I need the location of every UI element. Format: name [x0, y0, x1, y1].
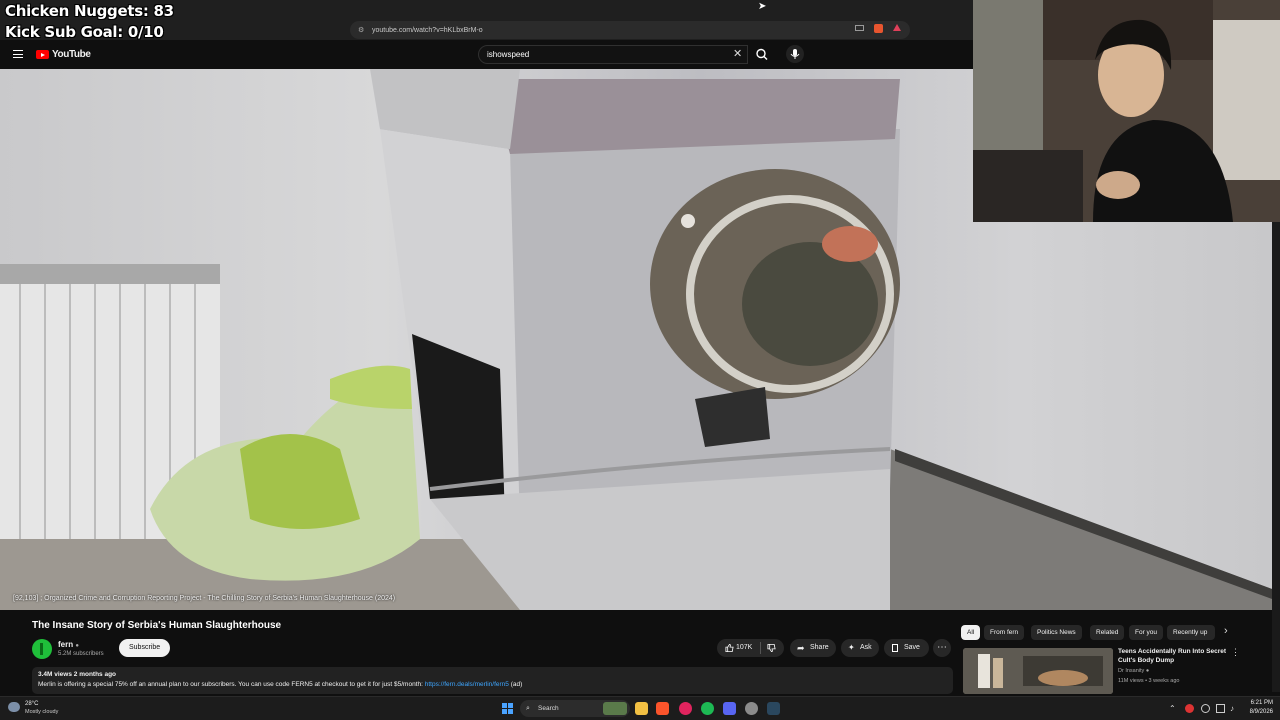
search-input[interactable]: ishowspeed	[478, 45, 748, 64]
description-text: Merlin is offering a special 75% off an …	[38, 681, 522, 688]
file-explorer-icon[interactable]	[635, 702, 648, 715]
clear-search-icon[interactable]: ✕	[733, 47, 742, 60]
search-icon	[756, 48, 768, 60]
verified-icon: ●	[75, 643, 79, 649]
description-link[interactable]: https://fern.deals/merlin/fern5	[425, 681, 509, 688]
tray-status-icon[interactable]	[1201, 704, 1210, 713]
like-divider	[760, 642, 761, 654]
recommendation-title[interactable]: Teens Accidentally Run Into Secret Cult'…	[1118, 647, 1232, 665]
share-label: Share	[810, 644, 829, 651]
weather-temperature[interactable]: 28°C	[25, 701, 38, 707]
video-caption: [92,103] ; Organized Crime and Corruptio…	[13, 595, 396, 602]
description-suffix: (ad)	[508, 681, 523, 688]
recommendation-stats: 11M views • 3 weeks ago	[1118, 678, 1180, 684]
sparkle-icon: ✦	[848, 643, 855, 652]
voice-search-button[interactable]	[786, 45, 804, 63]
recommendation-channel[interactable]: Dr Insanity ●	[1118, 668, 1149, 674]
chip-from-fern[interactable]: From fern	[984, 625, 1025, 640]
clock-time[interactable]: 6:21 PM	[1243, 700, 1273, 706]
discord-icon[interactable]	[723, 702, 736, 715]
clock-date[interactable]: 8/9/2026	[1243, 709, 1273, 715]
streamer-image	[973, 0, 1280, 222]
channel-name[interactable]: fern ●	[58, 640, 79, 649]
verified-icon: ●	[1145, 668, 1150, 674]
thumbnail-image	[963, 648, 1113, 694]
more-actions-icon[interactable]: ⋯	[933, 639, 951, 657]
windows-taskbar: 28°C Mostly cloudy ⌕ Search ⌃ ♪ 6:21 PM …	[0, 696, 1280, 720]
ask-button[interactable]: ✦ Ask	[841, 639, 879, 657]
tray-overflow-icon[interactable]: ⌃	[1169, 704, 1178, 713]
microphone-icon	[790, 49, 800, 59]
menu-icon[interactable]	[13, 50, 23, 58]
chip-recently-uploaded[interactable]: Recently up	[1167, 625, 1215, 640]
recommendation-menu-icon[interactable]: ⋮	[1231, 647, 1240, 658]
weather-icon[interactable]	[8, 702, 20, 712]
save-button[interactable]: Save	[884, 639, 929, 657]
chip-related[interactable]: Related	[1090, 625, 1125, 640]
chip-for-you[interactable]: For you	[1129, 625, 1164, 640]
save-label: Save	[904, 644, 920, 651]
site-info-icon[interactable]: ⚙	[358, 26, 366, 34]
volume-icon[interactable]: ♪	[1230, 704, 1239, 713]
like-dislike-group: 107K	[717, 639, 784, 657]
subscriber-count: 5.2M subscribers	[58, 651, 104, 657]
share-icon: ➦	[797, 643, 805, 653]
spotify-icon[interactable]	[701, 702, 714, 715]
weather-condition[interactable]: Mostly cloudy	[25, 709, 58, 715]
recommendation-channel-name: Dr Insanity	[1118, 668, 1145, 674]
youtube-header: YouTube ishowspeed ✕	[0, 40, 973, 69]
mouse-cursor-icon: ➤	[758, 1, 767, 12]
subscribe-button[interactable]: Subscribe	[119, 639, 171, 657]
youtube-logo[interactable]: YouTube	[36, 49, 91, 60]
channel-name-text: fern	[58, 640, 74, 649]
description-body: Merlin is offering a special 75% off an …	[38, 681, 425, 688]
url-text: youtube.com/watch?v=hKLbxBrM-o	[372, 26, 483, 34]
address-bar[interactable]: ⚙ youtube.com/watch?v=hKLbxBrM-o	[350, 21, 910, 39]
taskbar-search-label: Search	[538, 705, 559, 712]
channel-avatar[interactable]	[32, 639, 52, 659]
video-title: The Insane Story of Serbia's Human Slaug…	[32, 620, 282, 631]
brave-shield-icon[interactable]	[874, 24, 883, 33]
rewards-icon[interactable]	[893, 24, 901, 31]
chevron-right-icon[interactable]: ›	[1224, 625, 1228, 637]
tray-app-icon[interactable]	[1185, 704, 1194, 713]
page-scrollbar[interactable]	[1272, 222, 1280, 692]
bookmark-save-icon	[892, 644, 898, 652]
chip-all[interactable]: All	[961, 625, 981, 640]
like-count[interactable]: 107K	[736, 639, 752, 657]
sub-goal-counter: Kick Sub Goal: 0/10	[5, 23, 164, 41]
chip-politics-news[interactable]: Politics News	[1031, 625, 1082, 640]
brave-browser-icon[interactable]	[656, 702, 669, 715]
screen: ⚙ youtube.com/watch?v=hKLbxBrM-o ➤ Chick…	[0, 0, 1280, 720]
taskbar-search-icon: ⌕	[526, 705, 530, 712]
network-icon[interactable]	[1216, 704, 1225, 713]
widget-thumbnail-icon[interactable]	[603, 702, 627, 715]
youtube-wordmark: YouTube	[52, 49, 91, 60]
record-app-icon[interactable]	[679, 702, 692, 715]
chrome-icon[interactable]	[745, 702, 758, 715]
recommendation-thumbnail[interactable]	[963, 648, 1113, 694]
start-button[interactable]	[502, 703, 513, 714]
description-box[interactable]: 3.4M views 2 months ago Merlin is offeri…	[32, 667, 953, 694]
thumbs-down-icon[interactable]	[767, 643, 776, 653]
cast-icon[interactable]	[855, 25, 864, 31]
share-button[interactable]: ➦ Share	[790, 639, 836, 657]
youtube-play-icon	[36, 50, 49, 59]
ask-label: Ask	[860, 644, 872, 651]
nuggets-counter: Chicken Nuggets: 83	[5, 2, 174, 20]
search-button[interactable]	[750, 45, 774, 64]
webcam-feed	[973, 0, 1280, 222]
steam-icon[interactable]	[767, 702, 780, 715]
browser-extensions	[855, 24, 901, 33]
views-and-date: 3.4M views 2 months ago	[38, 671, 117, 678]
thumbs-up-icon[interactable]	[725, 643, 734, 653]
